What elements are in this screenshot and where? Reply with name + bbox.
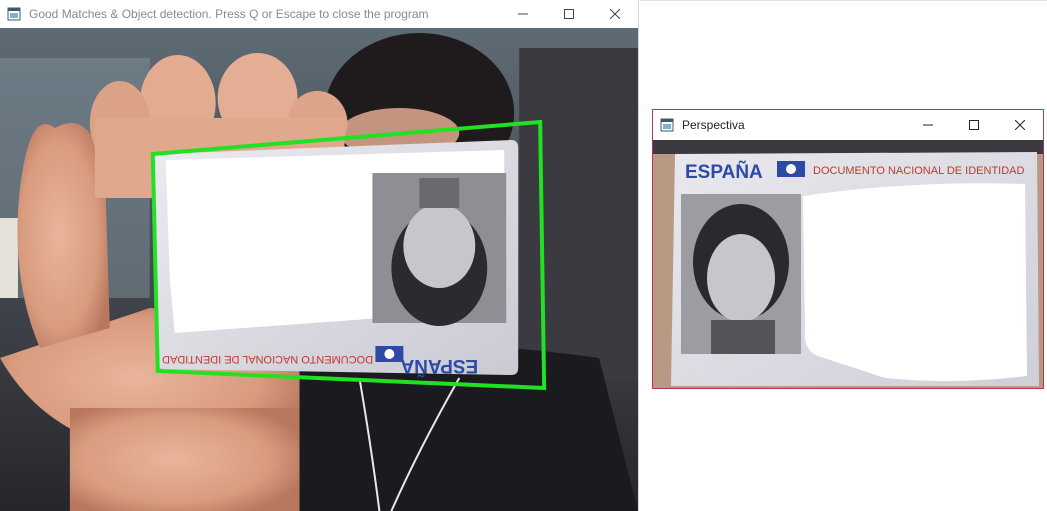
perspectiva-window-title: Perspectiva xyxy=(682,118,745,132)
maximize-icon xyxy=(564,9,574,19)
perspective-card-view: ESPAÑA DOCUMENTO NACIONAL DE IDENTIDAD xyxy=(653,140,1043,388)
warped-card: ESPAÑA DOCUMENTO NACIONAL DE IDENTIDAD xyxy=(653,140,1043,388)
camera-feed: ESPAÑA DOCUMENTO NACIONAL DE IDENTIDAD xyxy=(0,28,638,511)
close-button[interactable] xyxy=(592,0,638,28)
minimize-button[interactable] xyxy=(905,110,951,140)
background-divider xyxy=(640,0,1047,1)
close-icon xyxy=(610,9,620,19)
close-button[interactable] xyxy=(997,110,1043,140)
camera-frame: ESPAÑA DOCUMENTO NACIONAL DE IDENTIDAD xyxy=(0,28,638,511)
main-window: Good Matches & Object detection. Press Q… xyxy=(0,0,639,511)
main-window-title: Good Matches & Object detection. Press Q… xyxy=(29,7,429,21)
maximize-icon xyxy=(969,120,979,130)
card-emblem xyxy=(777,161,805,177)
app-icon xyxy=(7,7,21,21)
card-country-text-mirrored: ESPAÑA xyxy=(400,355,478,377)
minimize-icon xyxy=(518,13,528,15)
card-document-text: DOCUMENTO NACIONAL DE IDENTIDAD xyxy=(813,165,1025,177)
perspectiva-window-titlebar[interactable]: Perspectiva xyxy=(653,110,1043,140)
card-country-text: ESPAÑA xyxy=(685,161,763,183)
app-icon xyxy=(660,118,674,132)
card-document-text-mirrored: DOCUMENTO NACIONAL DE IDENTIDAD xyxy=(162,353,373,365)
minimize-button[interactable] xyxy=(500,0,546,28)
close-icon xyxy=(1015,120,1025,130)
maximize-button[interactable] xyxy=(546,0,592,28)
minimize-icon xyxy=(923,124,933,126)
main-window-titlebar[interactable]: Good Matches & Object detection. Press Q… xyxy=(0,0,638,28)
redacted-area xyxy=(803,183,1027,382)
maximize-button[interactable] xyxy=(951,110,997,140)
perspectiva-window: Perspectiva ESPAÑA DOCUMENTO NACIONAL DE… xyxy=(652,109,1044,389)
